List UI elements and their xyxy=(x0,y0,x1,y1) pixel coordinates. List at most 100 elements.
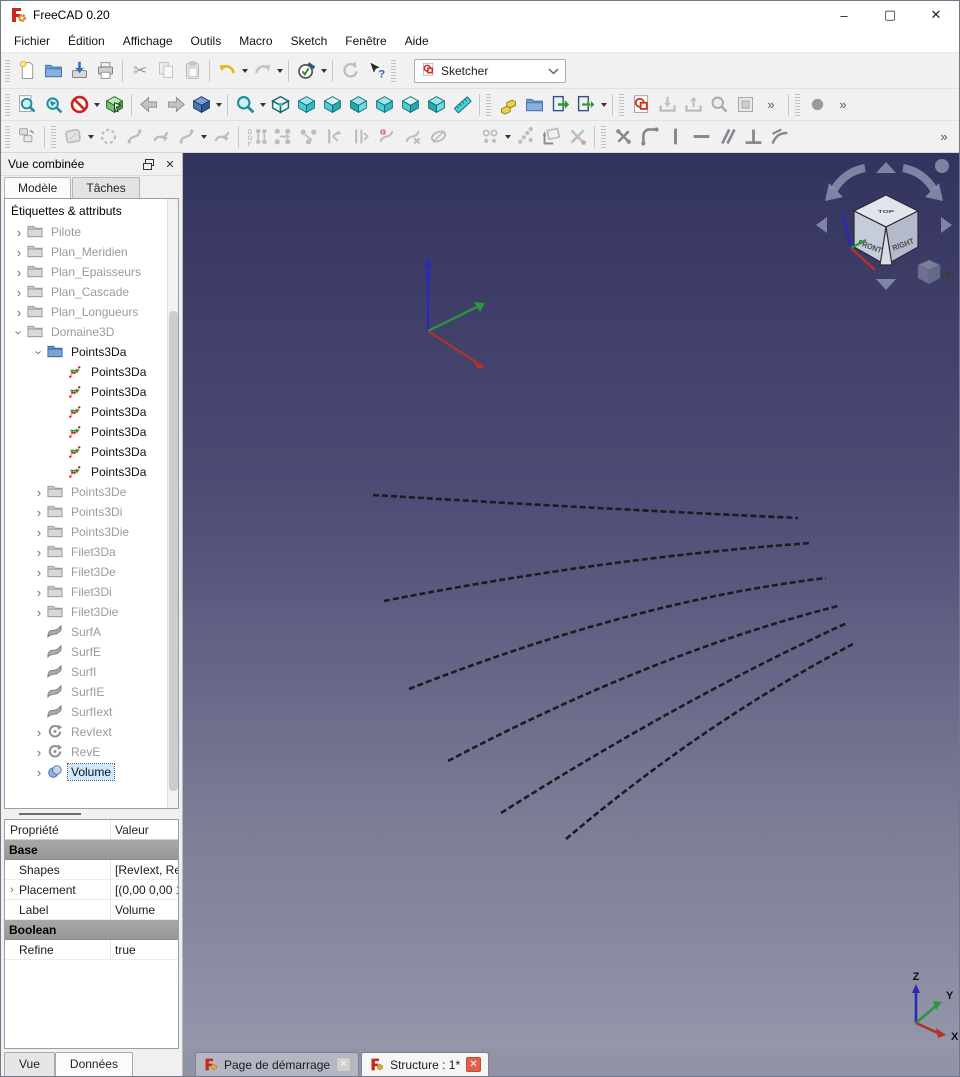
tree-item-surfe-21[interactable]: SurfE xyxy=(5,642,178,662)
constraint-distance-x-button[interactable] xyxy=(321,124,347,150)
curve-comb-button[interactable] xyxy=(208,124,234,150)
sketcher-edit-tools-button[interactable] xyxy=(14,124,40,150)
tree-expander-icon[interactable]: › xyxy=(11,225,27,240)
view-left-button[interactable] xyxy=(423,92,449,118)
tree-item-plan_longueurs-4[interactable]: ›Plan_Longueurs xyxy=(5,302,178,322)
measure-button[interactable] xyxy=(449,92,475,118)
constraint-snell-button-dropdown[interactable] xyxy=(503,124,512,150)
document-tab-pagededemarrage[interactable]: Page de démarrage✕ xyxy=(195,1052,359,1076)
constraint-perpendicular-button[interactable] xyxy=(740,124,766,150)
tree-item-points3da-10[interactable]: Points3Da xyxy=(5,422,178,442)
tree-item-plan_cascade-3[interactable]: ›Plan_Cascade xyxy=(5,282,178,302)
tree-expander-icon[interactable]: › xyxy=(31,505,47,520)
navcube-menu-button[interactable] xyxy=(935,159,949,173)
point-curve-2[interactable] xyxy=(384,543,811,601)
export-all-button[interactable] xyxy=(573,92,599,118)
maximize-button[interactable]: ▢ xyxy=(867,1,913,29)
menu-sketch[interactable]: Sketch xyxy=(282,31,337,51)
view-right-button[interactable] xyxy=(345,92,371,118)
curve-increase-button[interactable] xyxy=(173,124,199,150)
view-top-button[interactable] xyxy=(319,92,345,118)
constraint-distance-y-button[interactable] xyxy=(347,124,373,150)
property-expander-icon[interactable]: › xyxy=(5,884,19,896)
property-value[interactable]: [RevIext, Rev xyxy=(111,863,178,877)
tree-expander-icon[interactable]: › xyxy=(31,585,47,600)
constraint-internal-align-button[interactable] xyxy=(512,124,538,150)
box-zoom-button[interactable] xyxy=(101,92,127,118)
navcube-arrow-up[interactable] xyxy=(876,162,896,173)
toggle-constraint-button[interactable] xyxy=(564,124,590,150)
tree-item-surfiext-24[interactable]: SurfIext xyxy=(5,702,178,722)
tree-expander-icon[interactable]: › xyxy=(32,344,47,360)
undo-button[interactable] xyxy=(214,58,240,84)
toolbar-grip[interactable] xyxy=(5,94,10,116)
close-button[interactable]: ✕ xyxy=(913,1,959,29)
macro-record-button[interactable] xyxy=(804,92,830,118)
tab-taches[interactable]: Tâches xyxy=(72,177,139,198)
tree-expander-icon[interactable]: › xyxy=(11,305,27,320)
dock-float-button[interactable] xyxy=(140,156,156,172)
tree-expander-icon[interactable]: › xyxy=(31,565,47,580)
map-sketch-button[interactable] xyxy=(654,92,680,118)
menu-fenetre[interactable]: Fenêtre xyxy=(336,31,395,51)
point-curve-3[interactable] xyxy=(409,578,826,689)
tree-item-volume-27[interactable]: ›Volume xyxy=(5,762,178,782)
cut-button[interactable]: ✂ xyxy=(127,58,153,84)
remove-alignment-button[interactable] xyxy=(610,124,636,150)
tree-item-plan_epaisseurs-2[interactable]: ›Plan_Epaisseurs xyxy=(5,262,178,282)
tree-expander-icon[interactable]: › xyxy=(31,605,47,620)
save-button[interactable] xyxy=(66,58,92,84)
open-file-button[interactable] xyxy=(40,58,66,84)
select-elements-button[interactable] xyxy=(60,124,86,150)
tree-item-points3de-13[interactable]: ›Points3De xyxy=(5,482,178,502)
constraint-lock-button[interactable] xyxy=(399,124,425,150)
copy-button[interactable] xyxy=(153,58,179,84)
minimize-button[interactable]: – xyxy=(821,1,867,29)
tab-vue[interactable]: Vue xyxy=(4,1052,55,1076)
group-button[interactable] xyxy=(521,92,547,118)
tree-item-pilote-0[interactable]: ›Pilote xyxy=(5,222,178,242)
point-curve-4[interactable] xyxy=(448,606,838,761)
create-bspline-button[interactable] xyxy=(95,124,121,150)
tree-scrollbar-thumb[interactable] xyxy=(169,311,178,791)
undo-button-dropdown[interactable] xyxy=(240,58,249,84)
tree-expander-icon[interactable]: › xyxy=(11,285,27,300)
clipping-plane-button[interactable] xyxy=(66,92,92,118)
toolbar-overflow-button[interactable]: » xyxy=(931,124,957,150)
fit-selection-button[interactable] xyxy=(40,92,66,118)
property-value[interactable]: true xyxy=(111,943,178,957)
constraint-point-on-object-button[interactable] xyxy=(295,124,321,150)
tree-expander-icon[interactable]: › xyxy=(31,765,47,780)
toolbar-grip[interactable] xyxy=(51,126,56,148)
menu-fichier[interactable]: Fichier xyxy=(5,31,59,51)
tree-item-filet3da-16[interactable]: ›Filet3Da xyxy=(5,542,178,562)
navigation-cube[interactable]: TOP FRONT RIGHT xyxy=(809,153,959,303)
tree-item-reviext-25[interactable]: ›RevIext xyxy=(5,722,178,742)
export-button[interactable] xyxy=(547,92,573,118)
tree-expander-icon[interactable]: › xyxy=(31,545,47,560)
view-rear-button[interactable] xyxy=(371,92,397,118)
menu-aide[interactable]: Aide xyxy=(396,31,438,51)
constraint-symmetric-button[interactable] xyxy=(451,124,477,150)
property-row-refine[interactable]: Refinetrue xyxy=(5,940,178,960)
constraint-diameter-button[interactable] xyxy=(425,124,451,150)
constraint-dof-button[interactable]: DOF xyxy=(243,124,269,150)
nav-forward-button[interactable] xyxy=(162,92,188,118)
document-tab-structure1[interactable]: Structure : 1*✕ xyxy=(361,1052,489,1076)
tree-item-points3da-8[interactable]: Points3Da xyxy=(5,382,178,402)
tree-item-points3da-7[interactable]: Points3Da xyxy=(5,362,178,382)
constraint-tangent-button[interactable] xyxy=(766,124,792,150)
clipping-plane-button-dropdown[interactable] xyxy=(92,92,101,118)
view-bottom-button[interactable] xyxy=(397,92,423,118)
part-builder-button[interactable] xyxy=(495,92,521,118)
navcube-cube[interactable] xyxy=(854,195,918,265)
view-front-button[interactable] xyxy=(293,92,319,118)
tree-item-points3da-11[interactable]: Points3Da xyxy=(5,442,178,462)
fit-all-button[interactable] xyxy=(14,92,40,118)
navcube-arrow-right[interactable] xyxy=(941,217,952,233)
tree-item-domaine3d-5[interactable]: ›Domaine3D xyxy=(5,322,178,342)
toolbar-grip[interactable] xyxy=(486,94,491,116)
workbench-selector[interactable]: Sketcher xyxy=(414,59,566,83)
close-tab-button[interactable]: ✕ xyxy=(336,1057,351,1072)
constraint-vertical-button[interactable] xyxy=(662,124,688,150)
